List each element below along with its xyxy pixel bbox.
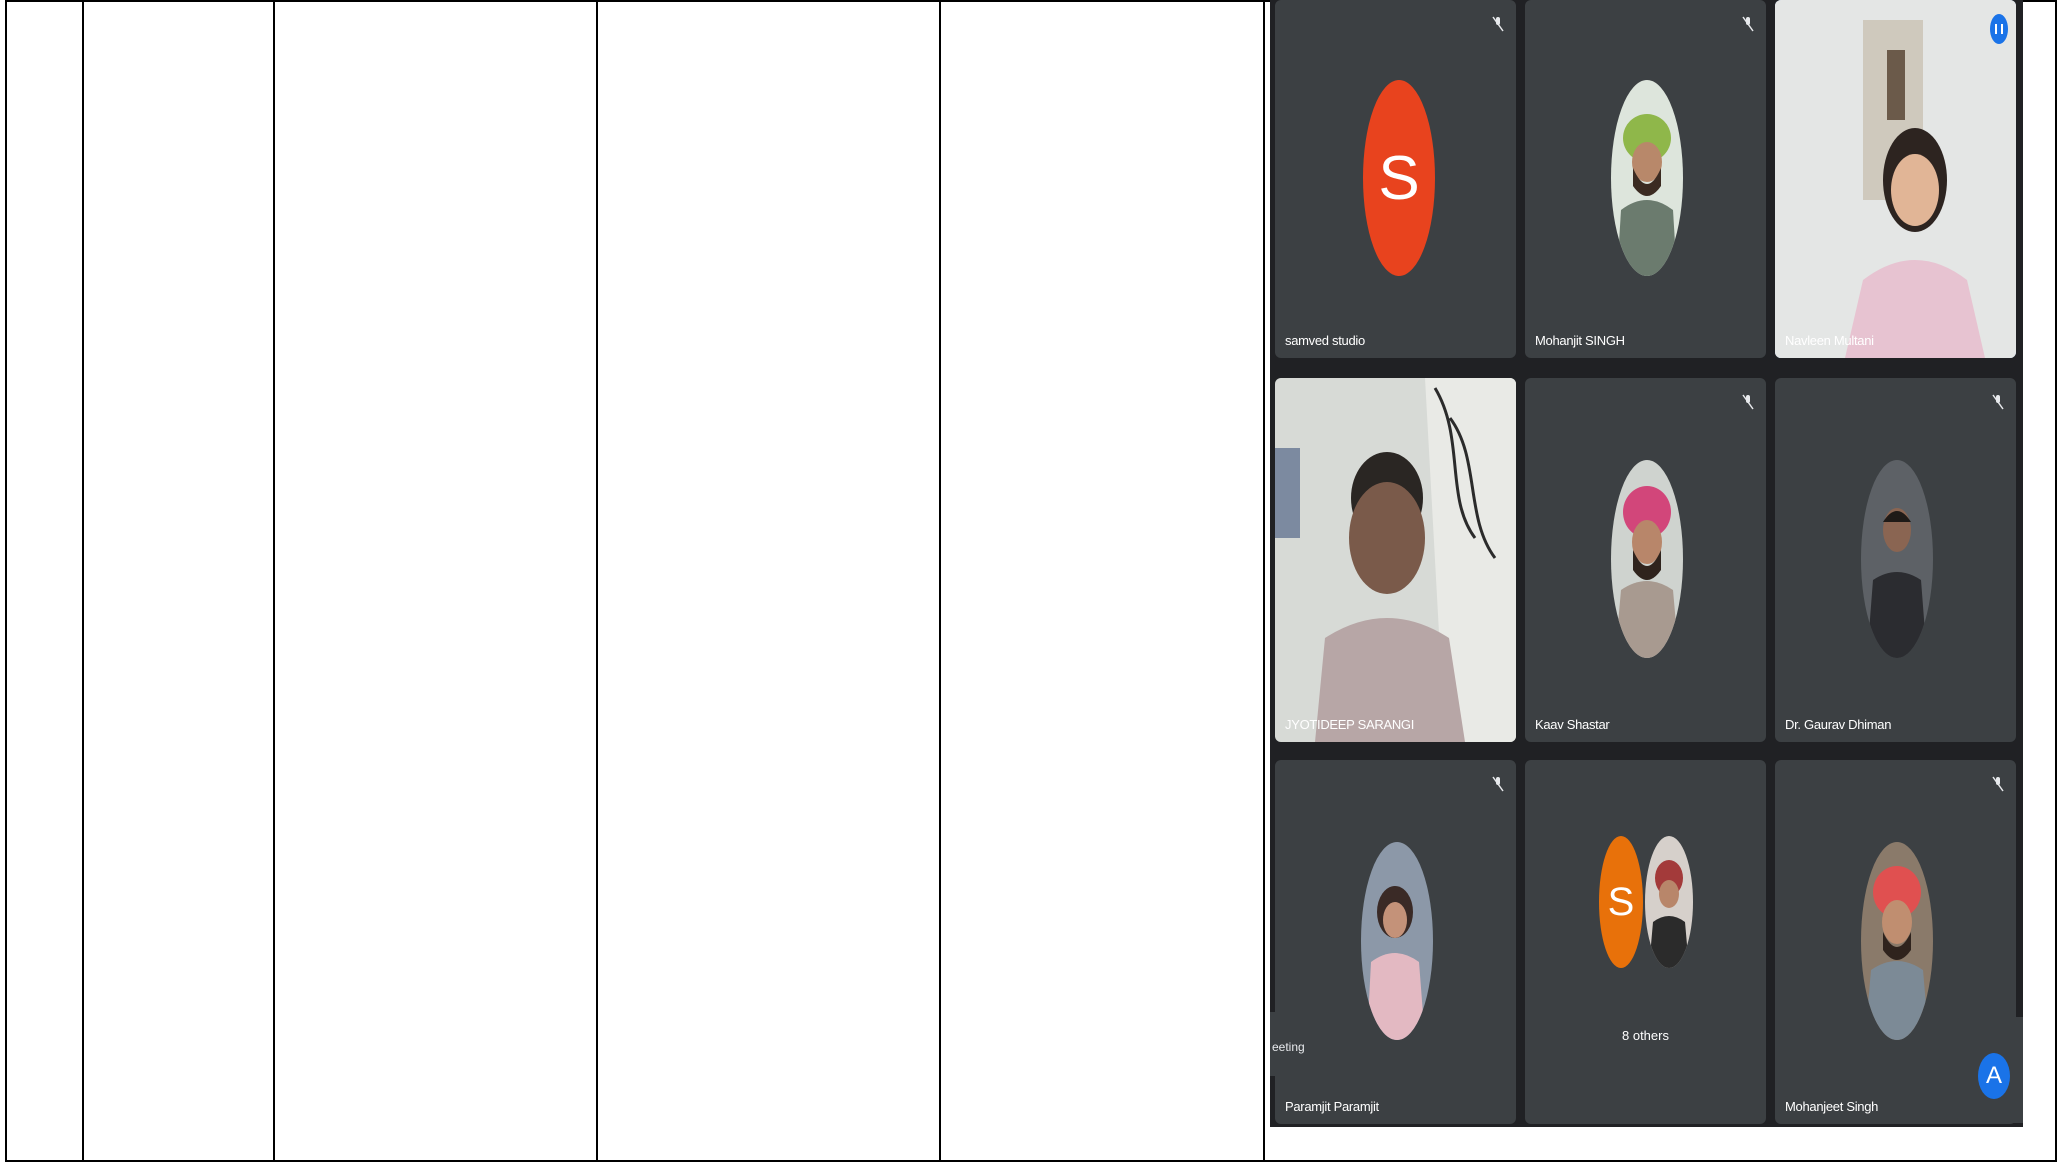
table-cell bbox=[82, 0, 275, 1162]
video-feed bbox=[1275, 378, 1516, 742]
table-cell bbox=[273, 0, 598, 1162]
meeting-details-chip[interactable]: eeting bbox=[1270, 1012, 1332, 1076]
avatar-photo bbox=[1861, 460, 1933, 658]
participant-name: Kaav Shastar bbox=[1535, 717, 1610, 732]
table-cell bbox=[596, 0, 941, 1162]
mic-off-icon bbox=[1492, 16, 1504, 32]
participant-tile[interactable]: JYOTIDEEP SARANGI bbox=[1275, 378, 1516, 742]
mic-off-icon bbox=[1492, 776, 1504, 792]
participant-tile[interactable]: Kaav Shastar bbox=[1525, 378, 1766, 742]
others-tile[interactable]: S 8 others bbox=[1525, 760, 1766, 1124]
avatar: S bbox=[1363, 80, 1435, 276]
meeting-chip-label: eeting bbox=[1272, 1040, 1305, 1054]
participant-tile-active[interactable]: Navleen Multani bbox=[1775, 0, 2016, 358]
speaking-indicator-icon bbox=[1990, 14, 2008, 44]
meeting-screenshot: S samved studio Mohanjit SINGH Navleen M bbox=[1270, 0, 2023, 1127]
video-feed bbox=[1775, 0, 2016, 358]
mic-off-icon bbox=[1742, 394, 1754, 410]
participant-name: samved studio bbox=[1285, 333, 1365, 348]
self-view-button[interactable]: A bbox=[1957, 1017, 2023, 1123]
table-cell bbox=[5, 0, 84, 1162]
participant-name: JYOTIDEEP SARANGI bbox=[1285, 717, 1415, 732]
avatar-photo bbox=[1361, 842, 1433, 1040]
self-avatar: A bbox=[1978, 1053, 2010, 1099]
avatar-photo bbox=[1611, 80, 1683, 276]
avatar-photo bbox=[1861, 842, 1933, 1040]
avatar-photo bbox=[1611, 460, 1683, 658]
avatar: S bbox=[1599, 836, 1643, 968]
participant-name: Navleen Multani bbox=[1785, 333, 1874, 348]
participant-name: Dr. Gaurav Dhiman bbox=[1785, 717, 1892, 732]
avatar-photo bbox=[1645, 836, 1693, 968]
participant-tile[interactable]: Dr. Gaurav Dhiman bbox=[1775, 378, 2016, 742]
mic-off-icon bbox=[1742, 16, 1754, 32]
mic-off-icon bbox=[1992, 394, 2004, 410]
table-cell bbox=[939, 0, 1265, 1162]
others-count: 8 others bbox=[1622, 1028, 1669, 1043]
participant-name: Mohanjit SINGH bbox=[1535, 333, 1625, 348]
participant-tile[interactable]: Mohanjit SINGH bbox=[1525, 0, 1766, 358]
participant-name: Paramjit Paramjit bbox=[1285, 1099, 1379, 1114]
participant-name: Mohanjeet Singh bbox=[1785, 1099, 1879, 1114]
participant-tile[interactable]: S samved studio bbox=[1275, 0, 1516, 358]
mic-off-icon bbox=[1992, 776, 2004, 792]
